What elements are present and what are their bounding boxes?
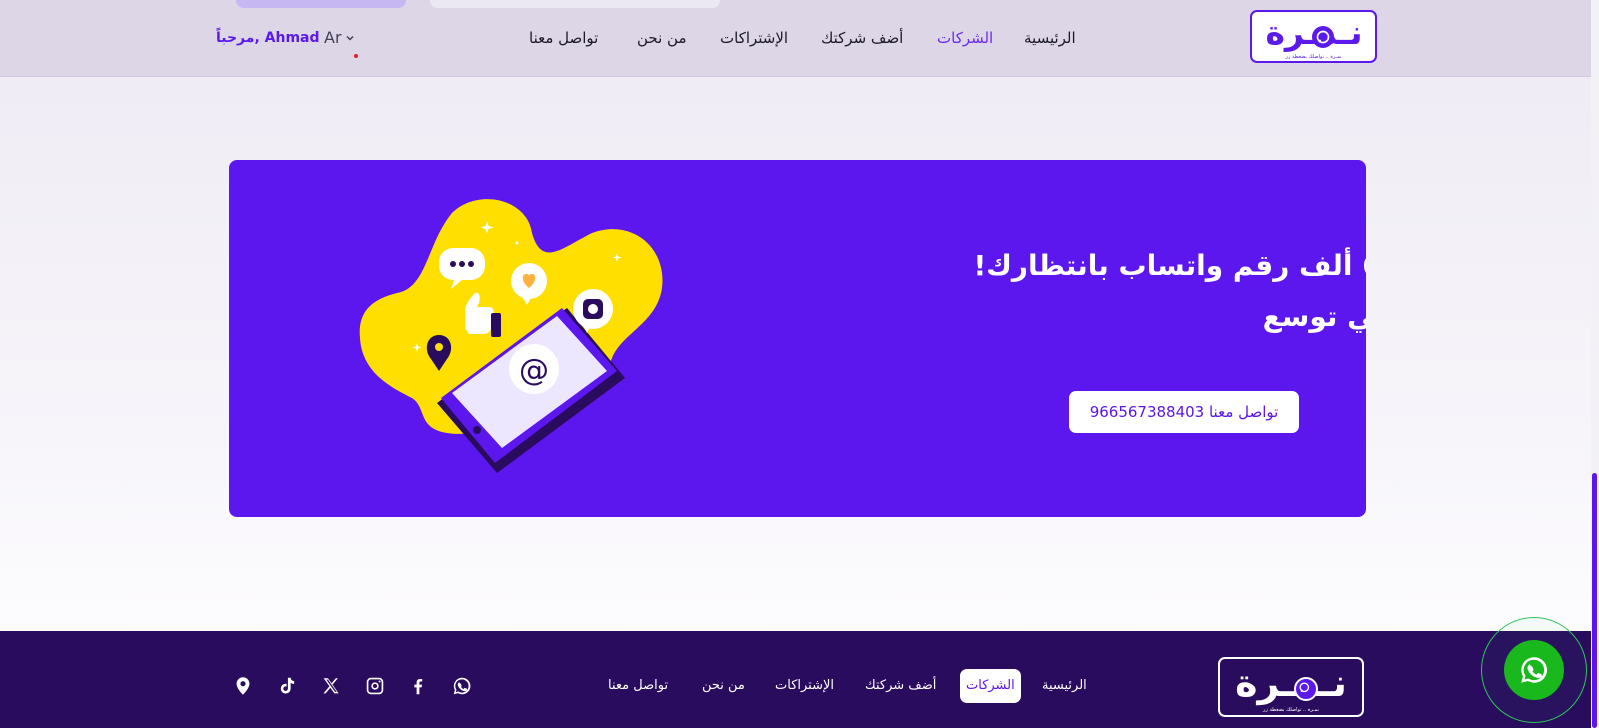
footer-nav-contact[interactable]: تواصل معنا: [608, 673, 668, 699]
footer-nav-companies[interactable]: الشركات: [960, 669, 1021, 703]
x-icon[interactable]: [318, 673, 344, 699]
banner-headline: أكثر من 60 ألف رقم واتساب بانتظارك! والق…: [709, 240, 1366, 342]
header-ghost-bar: [236, 0, 406, 8]
nav-about[interactable]: من نحن: [637, 25, 687, 51]
at-sign-icon: @: [519, 353, 549, 388]
nav-home[interactable]: الرئيسية: [1024, 25, 1076, 51]
notification-dot: [354, 54, 358, 58]
whatsapp-fab-icon: [1521, 657, 1548, 683]
language-selector[interactable]: Ar: [324, 25, 355, 51]
nav-subscriptions[interactable]: الإشتراكات: [720, 25, 788, 51]
contact-us-button[interactable]: تواصل معنا 966567388403: [1069, 391, 1299, 433]
language-label: Ar: [324, 28, 342, 47]
tiktok-icon[interactable]: [274, 673, 300, 699]
footer-nav-add-company[interactable]: أضف شركتك: [865, 673, 936, 699]
location-icon[interactable]: [230, 673, 256, 699]
logo-whatsapp-badge-icon: [1312, 26, 1334, 48]
nav-companies[interactable]: الشركات: [937, 25, 993, 51]
headline-line-1: أكثر من 60 ألف رقم واتساب بانتظارك!: [973, 249, 1366, 282]
facebook-icon[interactable]: [405, 673, 431, 699]
user-greeting[interactable]: مرحباً, Ahmad: [216, 25, 320, 51]
footer-nav-about[interactable]: من نحن: [702, 673, 745, 699]
footer-nav-subscriptions[interactable]: الإشتراكات: [775, 673, 834, 699]
footer-logo-whatsapp-badge-icon: [1294, 677, 1318, 701]
nav-contact[interactable]: تواصل معنا: [529, 25, 598, 51]
promo-banner: @ أكثر من 60 ألف: [229, 160, 1366, 517]
whatsapp-fab-button[interactable]: [1504, 640, 1564, 700]
header-logo[interactable]: نـمـرة نمـرة .. تواصلك بضغطة زر: [1250, 10, 1377, 63]
page-scrollbar-thumb[interactable]: [1592, 473, 1597, 728]
whatsapp-icon[interactable]: [449, 673, 475, 699]
footer-logo[interactable]: نـمـرة نمـرة .. تواصلك بضغطة زر: [1218, 657, 1364, 717]
headline-line-2: والقائمة في توسع: [1262, 300, 1366, 333]
footer-logo-tagline: نمـرة .. تواصلك بضغطة زر: [1263, 707, 1319, 713]
nav-add-company[interactable]: أضف شركتك: [821, 25, 903, 51]
header-ghost-bar: [430, 0, 720, 8]
logo-tagline: نمـرة .. تواصلك بضغطة زر: [1285, 54, 1342, 60]
instagram-icon[interactable]: [362, 673, 388, 699]
chevron-down-icon: [346, 35, 354, 41]
footer-nav-home[interactable]: الرئيسية: [1042, 673, 1087, 699]
social-illustration: @: [359, 199, 663, 473]
footer-logo-text: نـمـرة: [1235, 661, 1347, 705]
